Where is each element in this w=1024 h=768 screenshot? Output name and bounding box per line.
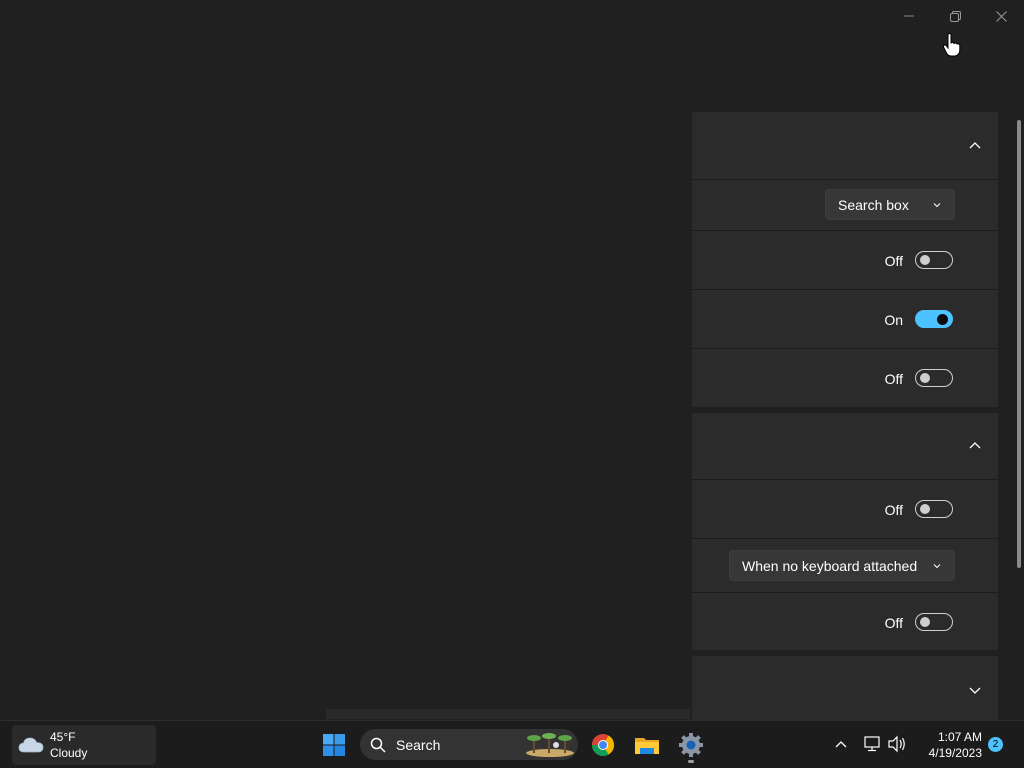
settings-group-2-header[interactable] xyxy=(692,413,998,479)
close-icon xyxy=(995,10,1007,22)
chrome-icon xyxy=(592,734,614,756)
notification-badge[interactable]: 2 xyxy=(988,737,1003,752)
horizontal-scrollbar[interactable] xyxy=(326,709,690,719)
keyboard-attached-dropdown[interactable]: When no keyboard attached xyxy=(729,550,955,581)
settings-row-toggle-4: Off xyxy=(692,480,998,538)
settings-group-3-header[interactable] xyxy=(692,656,998,720)
folder-icon xyxy=(635,738,659,754)
weather-temp: 45°F xyxy=(50,730,76,744)
settings-taskbar-button[interactable] xyxy=(675,729,707,763)
clock-time: 1:07 AM xyxy=(937,730,982,744)
volume-icon[interactable] xyxy=(887,735,907,753)
toggle-state-label: Off xyxy=(884,502,903,518)
minimize-button[interactable] xyxy=(886,0,932,32)
toggle-switch[interactable] xyxy=(915,500,953,518)
taskbar: 45°F Cloudy Search 1:07 AM 4/19/2023 2 xyxy=(0,720,1024,768)
cloud-icon xyxy=(18,737,44,753)
search-highlight-image-icon xyxy=(526,733,574,757)
settings-row-toggle-5: Off xyxy=(692,593,998,650)
weather-widget[interactable]: 45°F Cloudy xyxy=(12,725,156,765)
chevron-down-icon xyxy=(933,202,941,207)
toggle-state-label: Off xyxy=(884,371,903,387)
toggle-switch[interactable] xyxy=(915,613,953,631)
hand-cursor-icon xyxy=(942,33,961,57)
search-icon xyxy=(370,737,386,753)
restore-icon xyxy=(949,10,961,22)
chrome-taskbar-button[interactable] xyxy=(587,729,619,761)
settings-row-toggle-2: On xyxy=(692,290,998,348)
windows-logo-icon xyxy=(323,734,345,756)
clock-date: 4/19/2023 xyxy=(928,746,982,760)
network-icon[interactable] xyxy=(863,735,881,753)
settings-row-toggle-1: Off xyxy=(692,231,998,289)
vertical-scrollbar[interactable] xyxy=(1017,120,1021,568)
settings-row-search-mode: Search box xyxy=(692,180,998,230)
restore-button[interactable] xyxy=(932,0,978,32)
weather-condition: Cloudy xyxy=(50,746,88,760)
start-button[interactable] xyxy=(318,729,350,761)
settings-group-1-header[interactable] xyxy=(692,112,998,179)
gear-icon xyxy=(679,733,703,757)
chevron-down-icon xyxy=(933,563,941,568)
toggle-state-label: On xyxy=(884,312,903,328)
taskbar-search-box[interactable]: Search xyxy=(360,729,578,760)
toggle-state-label: Off xyxy=(884,615,903,631)
chevron-up-icon[interactable] xyxy=(833,737,849,753)
toggle-switch[interactable] xyxy=(915,310,953,328)
keyboard-attached-dropdown-value: When no keyboard attached xyxy=(742,557,918,574)
toggle-switch[interactable] xyxy=(915,369,953,387)
minimize-icon xyxy=(904,15,914,17)
chevron-up-icon[interactable] xyxy=(967,438,983,454)
search-mode-dropdown-value: Search box xyxy=(838,196,909,213)
file-explorer-taskbar-button[interactable] xyxy=(631,729,663,761)
taskbar-clock[interactable]: 1:07 AM 4/19/2023 xyxy=(912,729,982,761)
taskbar-search-label: Search xyxy=(396,737,441,753)
chevron-up-icon[interactable] xyxy=(967,138,983,154)
settings-row-keyboard-dropdown: When no keyboard attached xyxy=(692,539,998,592)
settings-row-toggle-3: Off xyxy=(692,349,998,407)
toggle-switch[interactable] xyxy=(915,251,953,269)
toggle-state-label: Off xyxy=(884,253,903,269)
chevron-down-icon[interactable] xyxy=(967,682,983,698)
active-app-indicator xyxy=(688,760,694,763)
close-button[interactable] xyxy=(978,0,1024,32)
search-mode-dropdown[interactable]: Search box xyxy=(825,189,955,220)
